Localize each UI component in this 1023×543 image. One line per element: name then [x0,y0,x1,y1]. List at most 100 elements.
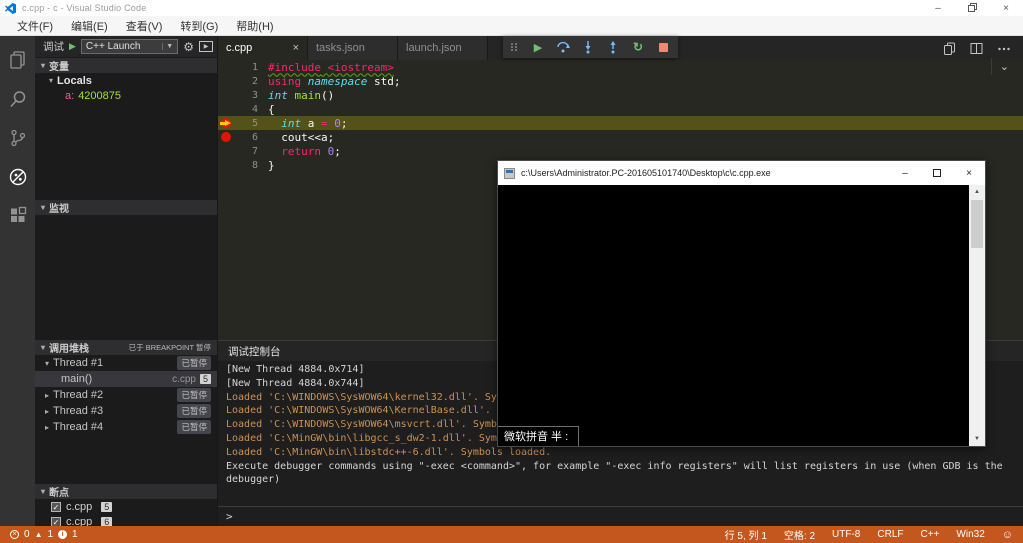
target-platform[interactable]: Win32 [956,529,984,540]
restart-button[interactable]: ↻ [631,40,645,54]
breakpoint-margin[interactable] [218,60,236,74]
breakpoint-checkbox[interactable]: ✓ [51,517,61,527]
configure-gear-icon[interactable]: ⚙ [183,41,194,53]
debug-icon[interactable] [6,165,30,189]
console-line: Loaded 'C:\MinGW\bin\libstdc++-6.dll'. S… [226,446,1013,460]
breakpoint-margin[interactable] [218,74,236,88]
source-control-icon[interactable] [6,126,30,150]
menu-item[interactable]: 帮助(H) [227,16,282,35]
indentation-setting[interactable]: 空格: 2 [784,527,815,542]
program-console-window[interactable]: c:\Users\Administrator.PC-201605101740\D… [497,160,986,447]
hide-panel-chevron-icon[interactable]: ⌄ [991,58,1017,75]
toolbar-drag-handle[interactable] [511,43,518,51]
cursor-position[interactable]: 行 5, 列 1 [725,527,767,542]
breakpoint-margin[interactable] [218,158,236,172]
search-icon[interactable] [6,87,30,111]
open-changes-icon[interactable] [943,42,956,55]
scope-name: Locals [57,75,92,87]
tab-tasks.json[interactable]: tasks.json [308,36,398,60]
warning-count[interactable]: 1 [47,529,53,540]
frame-file: c.cpp [172,374,196,385]
tab-label: c.cpp [226,42,252,54]
explorer-icon[interactable] [6,48,30,72]
callstack-pane-body: ▾Thread #1已暂停main()c.cpp5▸Thread #2已暂停▸T… [35,355,217,483]
scrollbar-thumb[interactable] [971,200,983,248]
info-icon[interactable]: i [58,530,67,539]
variable-value: 4200875 [78,90,121,102]
twisty-icon: ▾ [41,61,45,70]
language-mode[interactable]: C++ [921,529,940,540]
stack-frame-row[interactable]: main()c.cpp5 [35,371,217,387]
window-minimize-button[interactable]: – [921,0,955,16]
errors-icon[interactable]: × [10,530,19,539]
menu-item[interactable]: 文件(F) [8,16,62,35]
breakpoint-margin[interactable] [218,130,236,144]
console-title-bar[interactable]: c:\Users\Administrator.PC-201605101740\D… [498,161,985,185]
breakpoint-row[interactable]: ✓c.cpp5 [35,499,217,514]
menu-item[interactable]: 编辑(E) [62,16,117,35]
paused-badge: 已暂停 [177,356,211,370]
breakpoint-margin[interactable] [218,116,236,130]
scope-row[interactable]: ▾ Locals [35,73,217,88]
breakpoint-margin[interactable] [218,88,236,102]
debug-console-toggle-icon[interactable]: ▶ [199,41,213,52]
tab-launch.json[interactable]: launch.json [398,36,488,60]
warnings-icon[interactable]: ▲ [35,531,43,539]
console-maximize-button[interactable] [921,161,953,185]
tab-c.cpp[interactable]: c.cpp × [218,36,308,60]
step-into-button[interactable] [581,40,595,54]
breakpoint-margin[interactable] [218,144,236,158]
continue-button[interactable]: ▶ [531,40,545,54]
extensions-icon[interactable] [6,204,30,228]
debug-view-label: 调试 [43,39,64,54]
more-actions-icon[interactable] [997,42,1011,55]
eol-setting[interactable]: CRLF [877,529,903,540]
stop-button[interactable] [656,40,670,54]
breakpoint-file: c.cpp [66,501,92,513]
window-close-button[interactable]: × [989,0,1023,16]
variable-row[interactable]: a:4200875 [35,88,217,103]
code-text: int a = 0; [258,117,348,130]
encoding-setting[interactable]: UTF-8 [832,529,860,540]
window-restore-button[interactable] [955,0,989,16]
thread-row[interactable]: ▸Thread #4已暂停 [35,419,217,435]
callstack-pane-header[interactable]: ▾ 调用堆栈 已于 BREAKPOINT 暂停 [35,339,217,355]
split-editor-icon[interactable] [970,42,983,55]
step-out-button[interactable] [606,40,620,54]
info-count[interactable]: 1 [72,529,78,540]
close-icon[interactable]: × [293,42,299,54]
menu-item[interactable]: 转到(G) [171,16,227,35]
feedback-smiley-icon[interactable]: ☺ [1002,529,1013,541]
scroll-down-arrow-icon[interactable]: ▼ [969,432,985,446]
console-minimize-button[interactable]: – [889,161,921,185]
breakpoint-checkbox[interactable]: ✓ [51,502,61,512]
breakpoints-pane-header[interactable]: ▾ 断点 [35,483,217,499]
thread-row[interactable]: ▸Thread #3已暂停 [35,403,217,419]
code-line: 7 return 0; [218,144,1023,158]
code-text: using namespace std; [258,75,400,88]
thread-row[interactable]: ▾Thread #1已暂停 [35,355,217,371]
breakpoint-margin[interactable] [218,102,236,116]
step-over-button[interactable] [556,40,570,54]
console-scrollbar[interactable]: ▲ ▼ [969,185,985,446]
variables-pane-header[interactable]: ▾ 变量 [35,57,217,73]
thread-label: Thread #4 [53,421,103,433]
menu-item[interactable]: 查看(V) [117,16,172,35]
console-close-button[interactable]: × [953,161,985,185]
watch-pane-header[interactable]: ▾ 监视 [35,199,217,215]
line-number: 1 [236,62,258,73]
panel-tab-debug-console[interactable]: 调试控制台 [228,344,281,359]
console-output-area: ▲ ▼ 微软拼音 半 : [498,185,985,446]
twisty-icon: ▾ [49,76,53,85]
line-number: 8 [236,160,258,171]
start-debug-button[interactable]: ▶ [69,42,76,51]
code-text: { [258,103,275,116]
error-count[interactable]: 0 [24,529,30,540]
debug-console-input[interactable]: > [218,506,1023,526]
launch-config-select[interactable]: C++ Launch▼ [81,39,178,54]
scroll-up-arrow-icon[interactable]: ▲ [969,185,985,199]
twisty-icon: ▸ [45,407,49,416]
thread-row[interactable]: ▸Thread #2已暂停 [35,387,217,403]
status-bar: × 0 ▲ 1 i 1 行 5, 列 1 空格: 2 UTF-8 CRLF C+… [0,526,1023,543]
line-number: 2 [236,76,258,87]
